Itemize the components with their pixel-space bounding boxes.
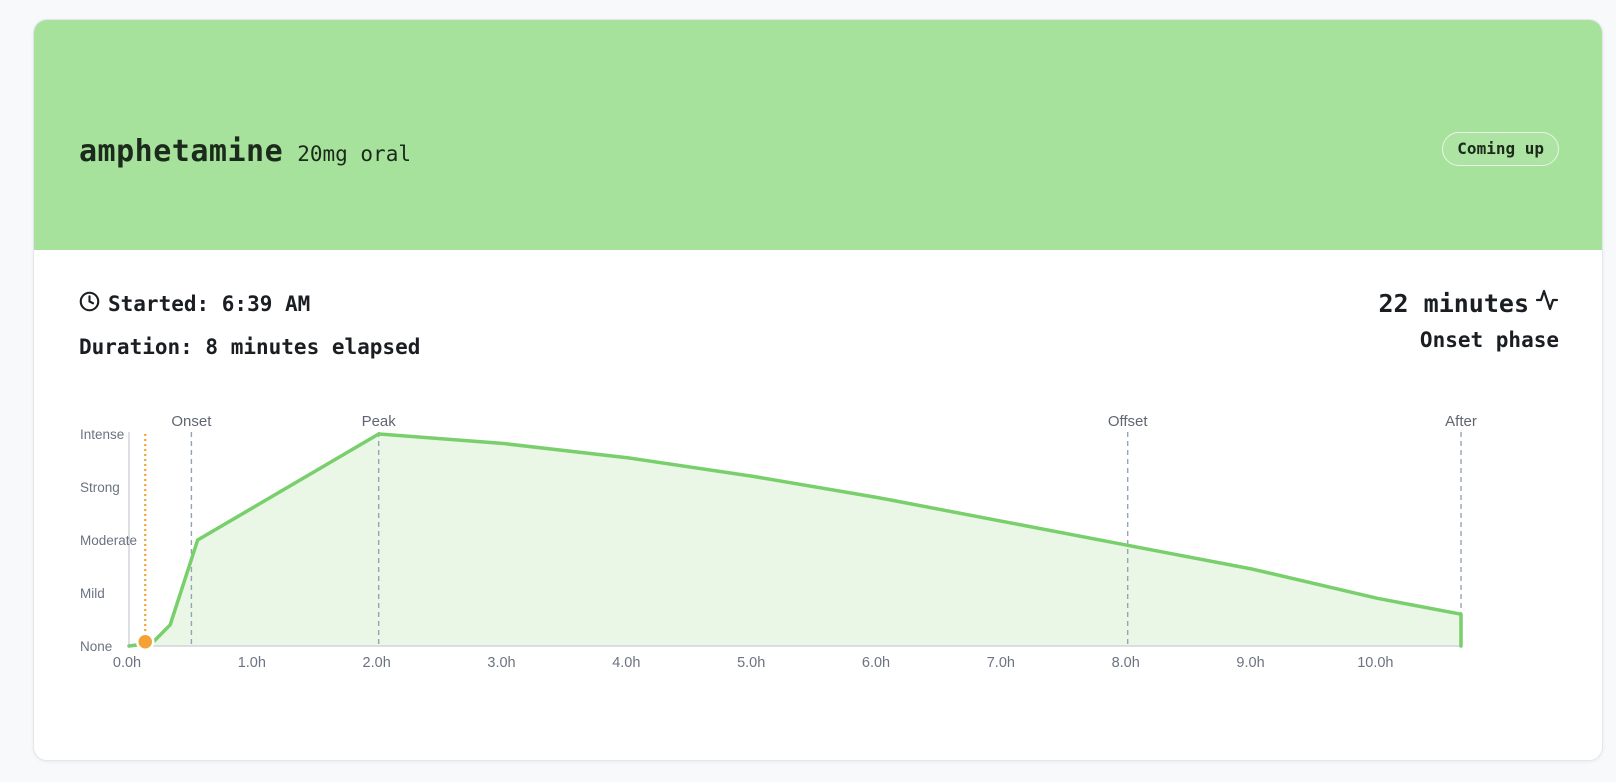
y-tick-label: Strong	[80, 480, 120, 495]
x-tick-label: 5.0h	[737, 655, 765, 671]
x-tick-label: 1.0h	[238, 655, 266, 671]
phase-label-peak: Peak	[362, 413, 397, 430]
x-tick-label: 7.0h	[987, 655, 1015, 671]
x-tick-label: 9.0h	[1236, 655, 1264, 671]
current-time-marker	[135, 632, 155, 652]
x-tick-label: 0.0h	[113, 655, 141, 671]
x-tick-label: 2.0h	[363, 655, 391, 671]
effect-area	[129, 434, 1461, 646]
x-tick-label: 8.0h	[1112, 655, 1140, 671]
x-tick-label: 4.0h	[612, 655, 640, 671]
y-tick-label: Mild	[80, 586, 105, 601]
y-tick-label: Moderate	[80, 533, 137, 548]
x-tick-label: 3.0h	[487, 655, 515, 671]
dose-card: amphetamine 20mg oral Coming up Started:…	[33, 19, 1603, 761]
effect-timeline-chart: Onset Peak Offset After None Mild Moderate Stro…	[80, 413, 1477, 671]
phase-label-after: After	[1445, 413, 1477, 430]
phase-label-onset: Onset	[171, 413, 212, 430]
phase-label-offset: Offset	[1108, 413, 1149, 430]
x-tick-label: 10.0h	[1357, 655, 1393, 671]
y-tick-label: None	[80, 639, 112, 654]
x-tick-label: 6.0h	[862, 655, 890, 671]
y-tick-label: Intense	[80, 427, 124, 442]
